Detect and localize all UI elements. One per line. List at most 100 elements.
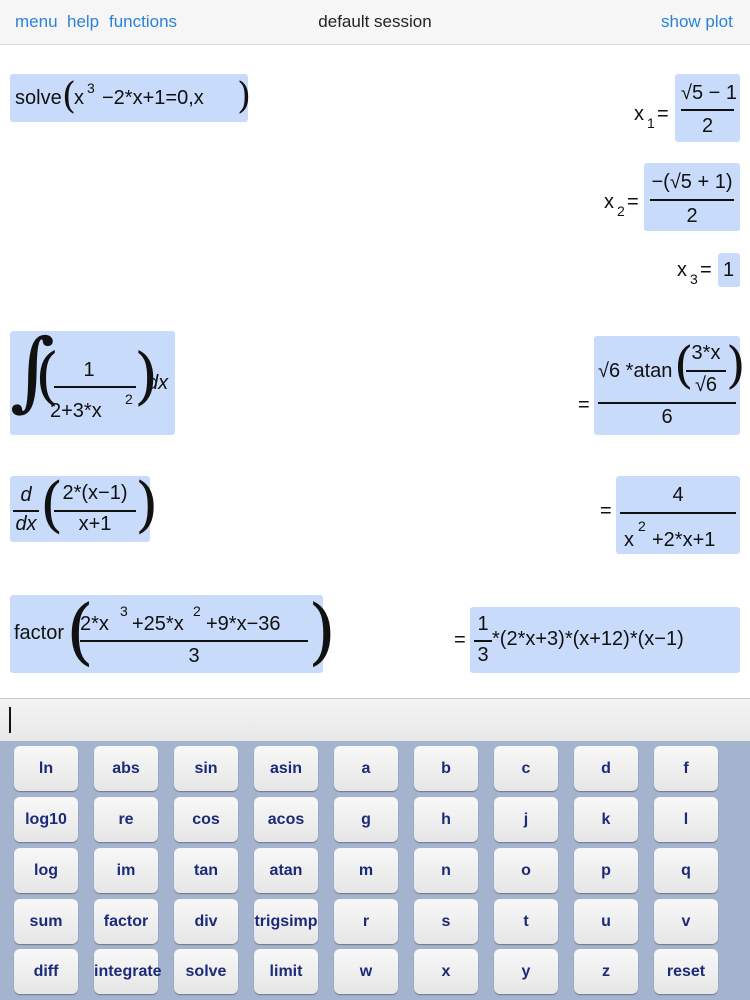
key-sum[interactable]: sum	[14, 899, 78, 944]
derivative-input[interactable]: d dx ( 2*(x−1) x+1 )	[10, 470, 158, 542]
key-factor[interactable]: factor	[94, 899, 158, 944]
key-r[interactable]: r	[334, 899, 398, 944]
solve-fn-label: solve	[15, 87, 62, 109]
exponent: 2	[193, 603, 201, 619]
key-g[interactable]: g	[334, 797, 398, 842]
key-s[interactable]: s	[414, 899, 478, 944]
inner-numerator: 3*x	[691, 342, 721, 364]
exponent: 3	[120, 603, 128, 619]
key-q[interactable]: q	[654, 848, 718, 893]
key-trigsimp[interactable]: trigsimp	[254, 899, 318, 944]
factor-num-b: +25*x	[132, 613, 184, 635]
factor-num-c: +9*x−36	[206, 613, 281, 635]
factor-result[interactable]: 1 3 *(2*x+3)*(x+12)*(x−1)	[470, 607, 740, 673]
derivative-equals: =	[600, 500, 612, 522]
key-im[interactable]: im	[94, 848, 158, 893]
expression-input[interactable]	[0, 698, 750, 742]
fraction-bar	[54, 386, 136, 388]
fraction-bar	[650, 199, 734, 201]
result-denominator: 6	[661, 406, 673, 428]
key-u[interactable]: u	[574, 899, 638, 944]
key-l[interactable]: l	[654, 797, 718, 842]
key-solve[interactable]: solve	[174, 949, 238, 994]
key-re[interactable]: re	[94, 797, 158, 842]
key-t[interactable]: t	[494, 899, 558, 944]
key-cos[interactable]: cos	[174, 797, 238, 842]
key-asin[interactable]: asin	[254, 746, 318, 791]
key-reset[interactable]: reset	[654, 949, 718, 994]
key-div[interactable]: div	[174, 899, 238, 944]
key-acos[interactable]: acos	[254, 797, 318, 842]
factor-equals: =	[454, 629, 466, 651]
key-j[interactable]: j	[494, 797, 558, 842]
key-abs[interactable]: abs	[94, 746, 158, 791]
key-limit[interactable]: limit	[254, 949, 318, 994]
key-integrate[interactable]: integrate	[94, 949, 162, 994]
poly-rest: −2*x+1=0,x	[102, 87, 204, 109]
x3-subscript: 3	[690, 271, 698, 287]
text-cursor	[9, 707, 11, 733]
key-n[interactable]: n	[414, 848, 478, 893]
fraction-bar	[13, 510, 39, 512]
key-x[interactable]: x	[414, 949, 478, 994]
x2-result[interactable]: −(√5 + 1) 2	[644, 163, 740, 231]
key-log[interactable]: log	[14, 848, 78, 893]
top-bar: menu help functions default session show…	[0, 0, 750, 45]
integrand-numerator: 1	[83, 359, 95, 381]
key-log10[interactable]: log10	[14, 797, 78, 842]
key-o[interactable]: o	[494, 848, 558, 893]
x1-result[interactable]: √5 − 1 2	[675, 74, 740, 142]
exponent: 2	[638, 518, 646, 534]
key-diff[interactable]: diff	[14, 949, 78, 994]
solve-input[interactable]: solve ( x 3 −2*x+1=0,x )	[10, 74, 251, 122]
factor-denominator: 3	[188, 645, 200, 667]
key-b[interactable]: b	[414, 746, 478, 791]
close-paren: )	[726, 336, 746, 394]
key-d[interactable]: d	[574, 746, 638, 791]
x1-equals: =	[657, 103, 669, 125]
derivative-denominator: x+1	[78, 513, 112, 535]
factor-input[interactable]: factor ( 2*x 3 +25*x 2 +9*x−36 3 )	[10, 589, 336, 673]
x2-equals: =	[627, 191, 639, 213]
x3-result[interactable]: 1	[718, 253, 740, 287]
fraction-bar	[474, 640, 492, 642]
key-p[interactable]: p	[574, 848, 638, 893]
key-atan[interactable]: atan	[254, 848, 318, 893]
x1-subscript: 1	[647, 115, 655, 131]
key-a[interactable]: a	[334, 746, 398, 791]
integral-input[interactable]: ∫ ( 1 2+3*x 2 ) dx	[10, 321, 175, 435]
key-w[interactable]: w	[334, 949, 398, 994]
d-numerator: d	[20, 484, 32, 506]
x3-value: 1	[723, 259, 735, 281]
x1-numerator: √5 − 1	[681, 82, 738, 104]
poly-x: x	[74, 87, 84, 109]
inner-denominator: √6	[694, 374, 718, 396]
key-c[interactable]: c	[494, 746, 558, 791]
key-sin[interactable]: sin	[174, 746, 238, 791]
key-f[interactable]: f	[654, 746, 718, 791]
result-numerator: 4	[672, 484, 684, 506]
key-z[interactable]: z	[574, 949, 638, 994]
session-title: default session	[318, 12, 432, 31]
close-paren: )	[135, 470, 159, 540]
fraction-bar	[686, 370, 726, 372]
result-den-x: x	[624, 529, 634, 551]
key-tan[interactable]: tan	[174, 848, 238, 893]
key-k[interactable]: k	[574, 797, 638, 842]
result-prefix: √6 *atan	[598, 360, 673, 382]
key-y[interactable]: y	[494, 949, 558, 994]
integral-result[interactable]: √6 *atan ( 3*x √6 ) 6	[594, 336, 746, 435]
integral-equals: =	[578, 394, 590, 416]
derivative-numerator: 2*(x−1)	[62, 482, 128, 504]
exponent: 2	[125, 391, 133, 407]
integrand-denominator: 2+3*x	[50, 400, 102, 422]
fraction-bar	[80, 640, 308, 642]
show-plot-link[interactable]: show plot	[661, 12, 733, 32]
key-m[interactable]: m	[334, 848, 398, 893]
function-keyboard: ln abs sin asin a b c d f log10 re cos acos g h j k l log i…	[0, 741, 750, 1000]
derivative-result[interactable]: 4 x 2 +2*x+1	[616, 476, 740, 554]
key-v[interactable]: v	[654, 899, 718, 944]
key-h[interactable]: h	[414, 797, 478, 842]
key-ln[interactable]: ln	[14, 746, 78, 791]
dx-label: dx	[147, 372, 169, 394]
